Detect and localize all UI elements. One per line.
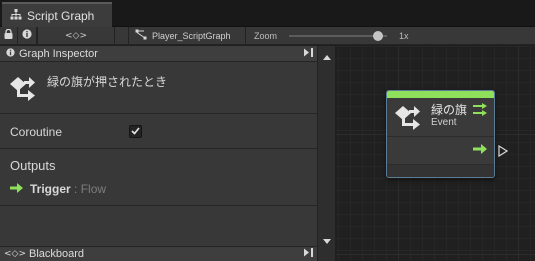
node-footer <box>387 165 494 177</box>
flow-arrow-icon[interactable] <box>473 144 488 157</box>
checkmark-icon <box>131 126 140 138</box>
chevron-down-icon <box>322 235 331 247</box>
flow-arrow-icon <box>10 182 24 196</box>
zoom-slider-thumb[interactable] <box>372 30 383 41</box>
event-node[interactable]: 緑の旗 Event <box>386 90 495 178</box>
window-tab-bar: Script Graph <box>0 0 535 27</box>
collapse-panel-icon <box>303 48 314 60</box>
graph-inspector-panel: Graph Inspector 緑の旗が押されたとき Coroutine Out… <box>0 46 335 261</box>
graph-toolbar: <◇> Player_ScriptGraph Zoom 1x <box>0 26 535 45</box>
blackboard-header[interactable]: <◇> Blackboard <box>0 246 317 261</box>
zoom-slider[interactable] <box>289 30 388 41</box>
info-icon <box>22 29 32 42</box>
inspector-scrollbar[interactable] <box>317 46 335 261</box>
zoom-label: Zoom <box>254 30 278 41</box>
code-diamond-icon: <◇> <box>4 249 27 259</box>
event-flow-icon <box>9 75 37 104</box>
outputs-heading: Outputs <box>10 158 56 173</box>
coroutine-setting: Coroutine <box>0 115 317 149</box>
chevron-up-icon <box>322 51 331 63</box>
graph-icon <box>135 29 147 42</box>
event-title: 緑の旗が押されたとき <box>47 75 168 89</box>
inspector-divider <box>0 205 317 206</box>
lock-icon <box>4 28 13 42</box>
output-name: Trigger <box>30 182 71 196</box>
event-unit-summary: 緑の旗が押されたとき <box>0 62 317 114</box>
node-accent-bar <box>387 91 494 98</box>
zoom-value: 1x <box>399 30 409 41</box>
inspector-collapse-button[interactable] <box>300 46 316 62</box>
node-subtitle: Event <box>431 117 457 128</box>
info-button[interactable] <box>18 26 37 45</box>
graph-asset-selector[interactable]: Player_ScriptGraph <box>128 26 246 45</box>
node-title: 緑の旗 <box>431 103 468 117</box>
graph-name: Player_ScriptGraph <box>152 30 231 41</box>
output-separator: : <box>70 182 81 196</box>
output-port-triangle-icon[interactable] <box>498 144 509 160</box>
blackboard-title: Blackboard <box>29 248 85 260</box>
node-divider <box>387 136 494 137</box>
output-type: Flow <box>80 182 107 196</box>
graph-inspector-header: Graph Inspector <box>0 46 335 62</box>
inspector-title: Graph Inspector <box>19 47 98 60</box>
tab-script-graph[interactable]: Script Graph <box>2 2 112 27</box>
scroll-up-button[interactable] <box>318 50 335 64</box>
coroutine-label: Coroutine <box>10 125 63 139</box>
output-port-trigger: Trigger : Flow <box>10 182 106 196</box>
event-flow-icon <box>394 104 422 133</box>
lock-button[interactable] <box>0 26 18 45</box>
collapse-panel-icon <box>303 247 314 260</box>
hierarchy-icon <box>10 8 22 23</box>
tab-title: Script Graph <box>27 8 95 23</box>
graph-navigation-button[interactable]: <◇> <box>37 26 115 45</box>
multi-flow-icon <box>473 103 489 120</box>
info-icon <box>6 47 15 60</box>
scroll-down-button[interactable] <box>318 234 335 248</box>
coroutine-checkbox[interactable] <box>129 125 142 138</box>
blackboard-collapse-button[interactable] <box>300 246 316 261</box>
code-diamond-icon: <◇> <box>64 30 87 41</box>
